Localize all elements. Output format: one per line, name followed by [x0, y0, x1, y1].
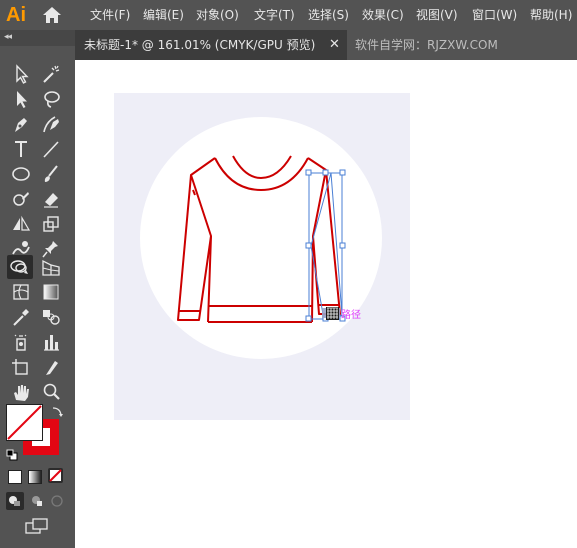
shape-builder-icon: [10, 260, 28, 274]
ellipse-tool[interactable]: [8, 162, 34, 186]
blend-icon: [43, 310, 60, 325]
shape-builder-tool[interactable]: [7, 255, 33, 279]
shaper-tool[interactable]: [8, 187, 34, 211]
menu-select[interactable]: 选择(S): [308, 0, 349, 30]
perspective-grid-icon: [42, 259, 60, 276]
none-slash-icon: [49, 469, 62, 482]
color-mode-button[interactable]: [8, 470, 22, 484]
symbol-sprayer-icon: [14, 334, 27, 351]
eraser-icon: [44, 193, 58, 208]
screen-mode-icon: [25, 518, 48, 534]
direct-selection-tool[interactable]: [8, 87, 34, 111]
none-mode-button[interactable]: [48, 468, 63, 483]
selection-arrow-icon: [16, 64, 29, 84]
tools-panel: ◂◂: [0, 30, 75, 548]
menu-object[interactable]: 对象(O): [196, 0, 239, 30]
draw-behind-icon: [32, 496, 42, 506]
draw-inside-icon: [51, 495, 63, 507]
draw-behind-button[interactable]: [28, 492, 46, 510]
blend-tool[interactable]: [38, 305, 64, 329]
reflect-tool[interactable]: [8, 212, 34, 236]
paintbrush-icon: [44, 165, 58, 182]
menu-type[interactable]: 文字(T): [254, 0, 295, 30]
column-graph-tool[interactable]: [38, 330, 64, 354]
swap-fill-stroke-icon[interactable]: [50, 404, 64, 418]
scale-tool[interactable]: [38, 212, 64, 236]
line-segment-tool[interactable]: [38, 137, 64, 161]
tab-watermark[interactable]: 软件自学网：RJZXW.COM: [355, 30, 498, 61]
direct-selection-icon: [17, 91, 27, 108]
draw-normal-icon: [9, 496, 20, 506]
document-tab-bar: 未标题-1* @ 161.01% (CMYK/GPU 预览) ✕ 软件自学网：R…: [75, 30, 577, 60]
paintbrush-tool[interactable]: [38, 162, 64, 186]
none-color-slash-icon: [7, 405, 42, 440]
draw-inside-button[interactable]: [48, 492, 66, 510]
artboard-tool[interactable]: [8, 355, 34, 379]
tab-document-active[interactable]: 未标题-1* @ 161.01% (CMYK/GPU 预览) ✕: [75, 30, 347, 60]
menu-help[interactable]: 帮助(H): [530, 0, 572, 30]
hand-tool[interactable]: [8, 380, 34, 404]
menu-window[interactable]: 窗口(W): [472, 0, 517, 30]
pen-icon: [15, 118, 27, 132]
zoom-tool[interactable]: [38, 380, 64, 404]
collapse-panel-icon[interactable]: ◂◂: [4, 30, 12, 45]
eyedropper-icon: [13, 309, 29, 326]
document-canvas[interactable]: 路径: [75, 60, 577, 548]
draw-normal-button[interactable]: [6, 492, 24, 510]
menu-effect[interactable]: 效果(C): [362, 0, 404, 30]
close-tab-icon[interactable]: ✕: [329, 30, 340, 60]
path-hint-label: 路径: [341, 308, 361, 321]
shaper-icon: [13, 192, 29, 206]
column-graph-icon: [44, 335, 59, 351]
gradient-tool[interactable]: [38, 280, 64, 304]
eyedropper-tool[interactable]: [8, 305, 34, 329]
lasso-icon: [44, 91, 60, 108]
menu-view[interactable]: 视图(V): [416, 0, 458, 30]
perspective-grid-tool[interactable]: [38, 255, 64, 279]
gradient-icon: [43, 284, 59, 300]
app-logo: Ai: [6, 4, 26, 26]
gradient-mode-button[interactable]: [28, 470, 42, 484]
home-button[interactable]: [40, 4, 64, 26]
mesh-icon: [13, 284, 29, 300]
magic-wand-tool[interactable]: [38, 62, 64, 86]
screen-mode-button[interactable]: [24, 517, 50, 535]
scale-icon: [43, 216, 59, 232]
zoom-magnifier-icon: [43, 383, 60, 400]
type-tool[interactable]: [8, 137, 34, 161]
type-icon: [15, 141, 27, 157]
home-icon: [43, 7, 61, 23]
eraser-tool[interactable]: [38, 187, 64, 211]
hand-icon: [14, 385, 29, 401]
reflect-icon: [13, 215, 31, 231]
curvature-tool[interactable]: [38, 112, 64, 136]
slice-knife-icon: [46, 361, 58, 375]
default-fill-stroke-icon[interactable]: [6, 446, 18, 461]
tools-panel-header: ◂◂: [0, 30, 75, 46]
ellipse-icon: [12, 167, 30, 181]
curvature-pen-icon: [43, 116, 59, 133]
menu-bar: Ai 文件(F) 编辑(E) 对象(O) 文字(T) 选择(S) 效果(C) 视…: [0, 0, 577, 30]
menu-edit[interactable]: 编辑(E): [143, 0, 184, 30]
magic-wand-icon: [43, 65, 60, 83]
symbol-sprayer-tool[interactable]: [8, 330, 34, 354]
artboard-icon: [12, 359, 28, 375]
shape-builder-cursor: [326, 307, 339, 320]
pen-tool[interactable]: [8, 112, 34, 136]
line-segment-icon: [43, 141, 59, 158]
fill-color-swatch[interactable]: [6, 404, 43, 441]
lasso-tool[interactable]: [38, 87, 64, 111]
menu-file[interactable]: 文件(F): [90, 0, 130, 30]
tab-document-label: 未标题-1* @ 161.01% (CMYK/GPU 预览): [84, 38, 316, 52]
selection-tool[interactable]: [8, 62, 34, 86]
mesh-tool[interactable]: [8, 280, 34, 304]
slice-tool[interactable]: [38, 355, 64, 379]
artwork[interactable]: 路径: [75, 60, 577, 548]
